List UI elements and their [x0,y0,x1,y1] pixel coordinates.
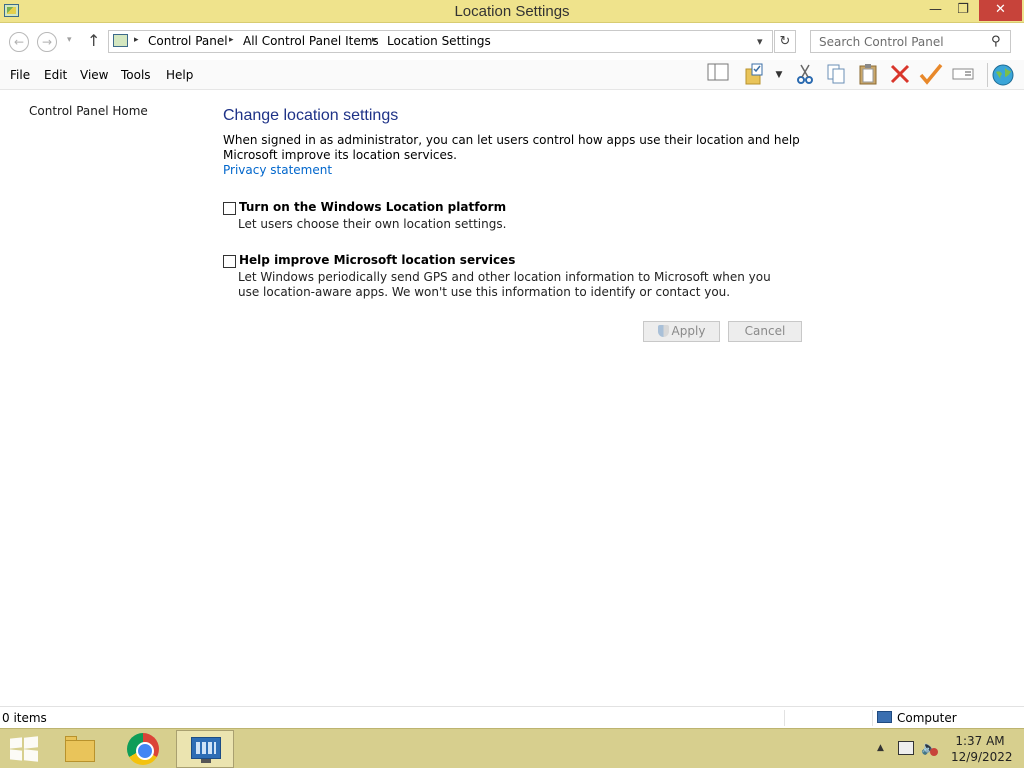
windows-logo-pane [24,736,38,749]
network-icon[interactable] [898,741,914,755]
menu-tools[interactable]: Tools [121,68,151,82]
checkmark-icon[interactable] [918,63,944,87]
globe-icon[interactable] [990,63,1016,87]
improve-location-checkbox[interactable] [223,255,236,268]
left-pane: Control Panel Home [0,91,200,705]
file-explorer-taskbar-button[interactable] [63,734,97,764]
volume-muted-badge-icon [930,748,938,756]
breadcrumb-separator-icon[interactable]: ▸ [229,35,234,45]
paste-icon[interactable] [855,63,881,87]
clock-time[interactable]: 1:37 AM [951,734,1009,748]
apply-button[interactable]: Apply [643,321,720,342]
status-divider [872,710,873,726]
folder-options-dropdown-icon[interactable]: ▼ [769,63,789,87]
control-panel-icon [113,34,128,47]
title-bar: Location Settings — ❐ ✕ [0,0,1024,23]
search-box[interactable]: ⚲ [810,30,1011,53]
address-dropdown-icon[interactable]: ▾ [757,35,763,48]
search-input[interactable] [811,31,989,52]
window-title: Location Settings [454,3,570,20]
breadcrumb-location-settings[interactable]: Location Settings [387,34,491,48]
cancel-button[interactable]: Cancel [728,321,802,342]
address-bar[interactable]: ▸ Control Panel ▸ All Control Panel Item… [108,30,773,53]
improve-location-label[interactable]: Help improve Microsoft location services [239,253,515,267]
show-hidden-icons-button[interactable]: ▲ [877,743,884,753]
control-panel-icon [191,737,221,759]
toolbar-divider [987,63,988,87]
intro-text: When signed in as administrator, you can… [223,133,800,162]
windows-logo-pane [10,749,22,761]
control-panel-taskbar-button[interactable] [176,730,234,768]
copy-icon[interactable] [823,63,849,87]
breadcrumb-control-panel[interactable]: Control Panel [148,34,228,48]
uac-shield-icon [657,325,669,337]
improve-location-description: Let Windows periodically send GPS and ot… [238,270,771,299]
refresh-button[interactable]: ↻ [774,30,796,53]
location-platform-checkbox[interactable] [223,202,236,215]
navigation-bar: ← → ▾ ↑ ▸ Control Panel ▸ All Control Pa… [0,23,1024,60]
menu-help[interactable]: Help [166,68,193,82]
privacy-statement-link[interactable]: Privacy statement [223,163,332,177]
control-panel-home-link[interactable]: Control Panel Home [29,104,148,118]
restore-button[interactable]: ❐ [950,0,976,21]
breadcrumb-separator-icon[interactable]: ▸ [134,35,139,45]
windows-logo-pane [24,749,38,762]
breadcrumb-separator-icon[interactable]: ▸ [372,35,377,45]
cut-icon[interactable] [792,63,818,87]
clock-date[interactable]: 12/9/2022 [951,750,1013,764]
layout-pane-icon[interactable] [705,63,731,87]
recent-locations-dropdown-icon[interactable]: ▾ [67,35,72,45]
folder-icon-body [65,740,95,762]
status-location: Computer [897,711,957,725]
rename-icon[interactable] [950,63,976,87]
start-button[interactable] [10,736,38,762]
menu-bar: File Edit View Tools Help ▼ [0,60,1024,90]
chrome-taskbar-button[interactable] [127,733,159,765]
items-count: 0 items [2,711,47,725]
search-icon[interactable]: ⚲ [991,34,1001,49]
location-platform-label[interactable]: Turn on the Windows Location platform [239,200,506,214]
up-button[interactable]: ↑ [87,31,100,50]
status-divider [784,710,785,726]
close-button[interactable]: ✕ [979,0,1022,21]
taskbar: ▲ 🔈 1:37 AM 12/9/2022 [0,728,1024,768]
menu-edit[interactable]: Edit [44,68,67,82]
apply-button-label: Apply [671,324,706,338]
location-platform-description: Let users choose their own location sett… [238,217,507,231]
forward-button[interactable]: → [37,32,57,52]
delete-icon[interactable] [887,63,913,87]
status-bar: 0 items Computer [0,706,1024,728]
monitor-stand [201,759,211,763]
menu-view[interactable]: View [80,68,108,82]
menu-file[interactable]: File [10,68,30,82]
back-button[interactable]: ← [9,32,29,52]
computer-icon [877,711,892,723]
page-title: Change location settings [223,107,399,124]
folder-properties-icon[interactable] [743,63,769,87]
minimize-button[interactable]: — [921,0,950,21]
windows-logo-icon [10,737,22,749]
breadcrumb-all-items[interactable]: All Control Panel Items [243,34,379,48]
